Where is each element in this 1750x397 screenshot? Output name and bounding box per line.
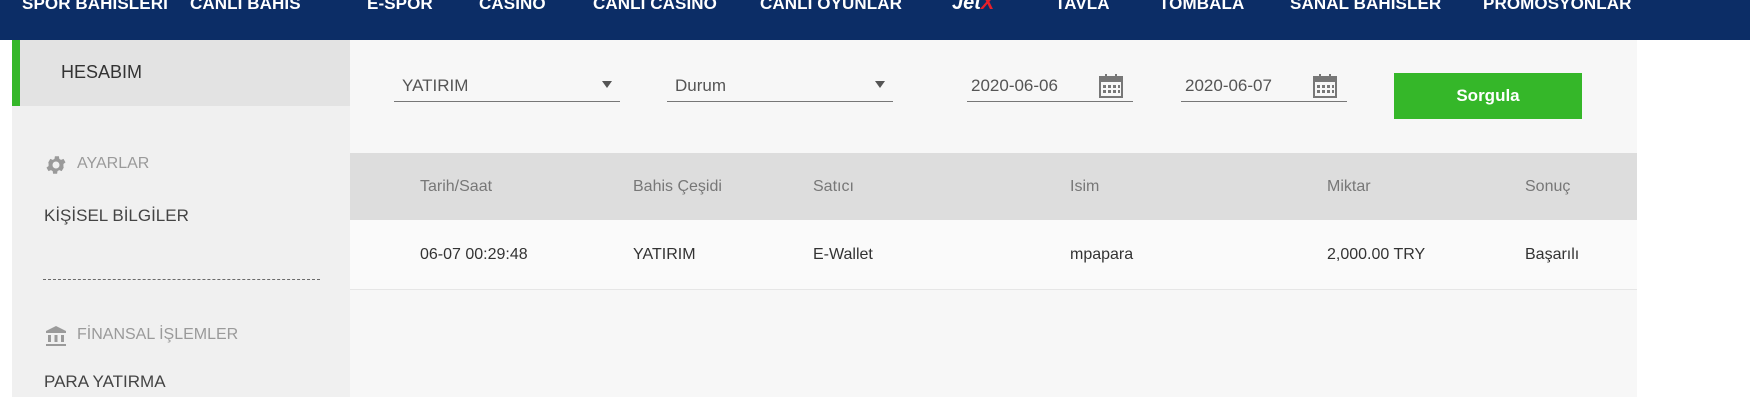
col-bet-type: Bahis Çeşidi [633, 178, 722, 195]
type-select[interactable]: YATIRIM [394, 67, 620, 102]
date-from-input[interactable]: 2020-06-06 [967, 67, 1133, 102]
status-select[interactable]: Durum [667, 67, 893, 102]
finance-label: FİNANSAL İŞLEMLER [77, 326, 239, 343]
col-amount: Miktar [1327, 178, 1371, 195]
date-from-value: 2020-06-06 [971, 76, 1058, 95]
jetx-text: Jet [952, 0, 981, 14]
status-select-value: Durum [675, 76, 727, 95]
nav-canli-casino[interactable]: CANLI CASINO [593, 0, 717, 14]
chevron-down-icon [602, 81, 612, 88]
account-sidebar: HESABIM AYARLAR KİŞİSEL BİLGİLER FİNANSA… [12, 40, 350, 397]
col-name: Isim [1070, 178, 1100, 195]
nav-spor-bahisleri[interactable]: SPOR BAHİSLERİ [22, 0, 168, 14]
settings-label: AYARLAR [77, 155, 150, 172]
nav-casino[interactable]: CASINO [479, 0, 546, 14]
col-result: Sonuç [1525, 178, 1571, 195]
type-select-value: YATIRIM [402, 76, 469, 95]
cell-bet-type: YATIRIM [633, 246, 696, 263]
cell-amount: 2,000.00 TRY [1327, 246, 1426, 263]
cell-name: mpapara [1070, 246, 1134, 263]
cell-seller: E-Wallet [813, 246, 873, 263]
nav-sanal-bahisler[interactable]: SANAL BAHİSLER [1290, 0, 1441, 14]
date-to-value: 2020-06-07 [1185, 76, 1272, 95]
bank-icon [46, 326, 66, 346]
sidebar-header[interactable]: HESABIM [12, 40, 350, 106]
nav-jetx-logo[interactable]: JetX [952, 0, 994, 15]
col-datetime: Tarih/Saat [420, 178, 493, 195]
nav-e-spor[interactable]: E-SPOR [367, 0, 433, 14]
sidebar-divider [43, 279, 320, 280]
nav-canli-oyunlar[interactable]: CANLI OYUNLAR [760, 0, 902, 14]
sidebar-item-personal-info[interactable]: KİŞİSEL BİLGİLER [44, 206, 189, 226]
gear-icon [46, 156, 66, 174]
cell-datetime: 06-07 00:29:48 [420, 246, 528, 263]
calendar-icon[interactable] [1313, 73, 1337, 99]
table-row: 06-07 00:29:48 YATIRIM E-Wallet mpapara … [350, 220, 1637, 290]
nav-promosyonlar[interactable]: PROMOSYONLAR [1483, 0, 1632, 14]
cell-result: Başarılı [1525, 246, 1580, 263]
sidebar-item-deposit[interactable]: PARA YATIRMA [44, 372, 166, 392]
jetx-x: X [980, 0, 995, 14]
col-seller: Satıcı [813, 178, 854, 195]
nav-tavla[interactable]: TAVLA [1055, 0, 1110, 14]
transactions-panel: YATIRIM Durum 2020-06-06 2020-06-07 Sorg… [350, 40, 1637, 397]
top-navigation: SPOR BAHİSLERİ CANLI BAHİS E-SPOR CASINO… [0, 0, 1750, 40]
query-button[interactable]: Sorgula [1394, 73, 1582, 119]
date-to-input[interactable]: 2020-06-07 [1181, 67, 1347, 102]
chevron-down-icon [875, 81, 885, 88]
calendar-icon[interactable] [1099, 73, 1123, 99]
nav-canli-bahis[interactable]: CANLI BAHİS [190, 0, 301, 14]
sidebar-header-label: HESABIM [61, 62, 143, 82]
nav-tombala[interactable]: TOMBALA [1159, 0, 1244, 14]
table-header: Tarih/Saat Bahis Çeşidi Satıcı Isim Mikt… [350, 153, 1637, 220]
